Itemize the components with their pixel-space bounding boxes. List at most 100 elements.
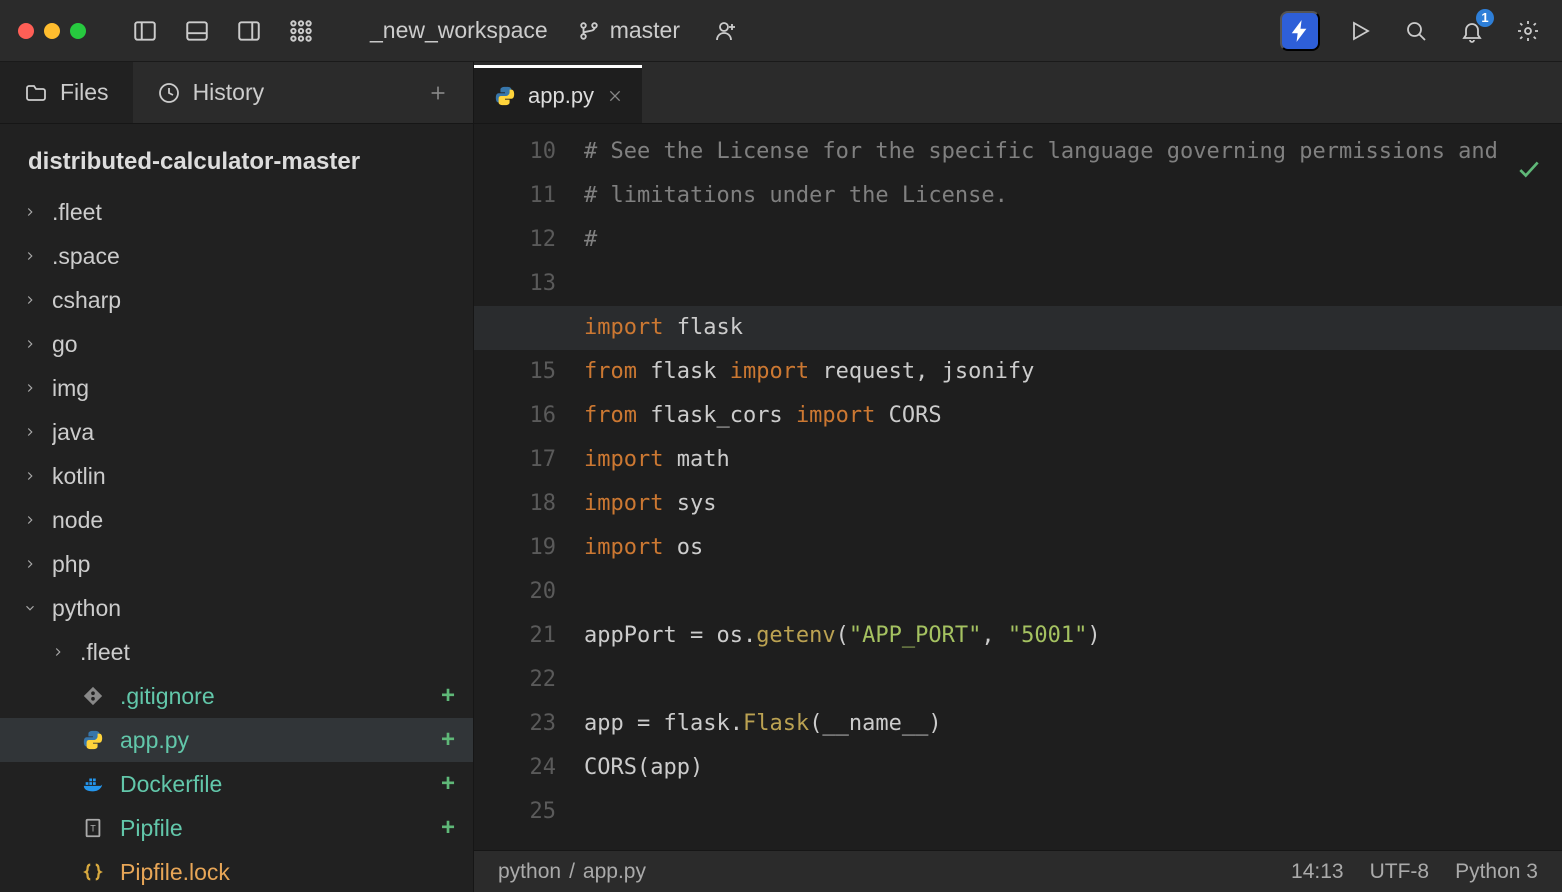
chevron-icon[interactable] xyxy=(22,205,38,219)
chevron-icon[interactable] xyxy=(50,645,66,659)
minimize-window-button[interactable] xyxy=(44,23,60,39)
titlebar-right: 1 xyxy=(1280,11,1544,51)
code-line[interactable]: # limitations under the License. xyxy=(584,174,1562,218)
notif-badge: 1 xyxy=(1476,9,1494,27)
code-line[interactable] xyxy=(584,790,1562,834)
chevron-icon[interactable] xyxy=(22,469,38,483)
search-icon[interactable] xyxy=(1400,15,1432,47)
chevron-icon[interactable] xyxy=(22,381,38,395)
editor-pane: app.py 10111213141516171819202122232425 … xyxy=(474,62,1562,892)
vcs-status-badge: + xyxy=(441,814,455,842)
cursor-position[interactable]: 14:13 xyxy=(1291,860,1344,884)
tree-label: Dockerfile xyxy=(120,771,427,798)
code-line[interactable]: # xyxy=(584,218,1562,262)
encoding-indicator[interactable]: UTF-8 xyxy=(1370,860,1430,884)
close-window-button[interactable] xyxy=(18,23,34,39)
chevron-icon[interactable] xyxy=(22,513,38,527)
add-tab-icon[interactable] xyxy=(423,78,453,108)
tree-label: node xyxy=(52,507,473,534)
chevron-icon[interactable] xyxy=(22,293,38,307)
line-number: 19 xyxy=(474,526,556,570)
code-line[interactable]: import flask xyxy=(474,306,1562,350)
titlebar-center: _new_workspace master xyxy=(370,15,742,47)
tree-item-python[interactable]: python xyxy=(0,586,473,630)
tree-item--fleet[interactable]: .fleet xyxy=(0,630,473,674)
maximize-window-button[interactable] xyxy=(70,23,86,39)
code-line[interactable]: app = flask.Flask(__name__) xyxy=(584,702,1562,746)
tab-label-history: History xyxy=(193,79,265,106)
apps-grid-icon[interactable] xyxy=(284,14,318,48)
code-line[interactable] xyxy=(584,658,1562,702)
workspace-name[interactable]: _new_workspace xyxy=(370,17,548,44)
panel-toggle-group xyxy=(128,14,318,48)
close-tab-icon[interactable] xyxy=(606,88,624,104)
line-number: 12 xyxy=(474,218,556,262)
chevron-icon[interactable] xyxy=(22,601,38,615)
code-line[interactable]: appPort = os.getenv("APP_PORT", "5001") xyxy=(584,614,1562,658)
editor-tabs: app.py xyxy=(474,62,1562,124)
tree-item-go[interactable]: go xyxy=(0,322,473,366)
text-file-icon: T xyxy=(80,817,106,839)
tree-item--gitignore[interactable]: .gitignore+ xyxy=(0,674,473,718)
language-indicator[interactable]: Python 3 xyxy=(1455,860,1538,884)
tree-item-Pipfile[interactable]: TPipfile+ xyxy=(0,806,473,850)
docker-file-icon xyxy=(80,773,106,795)
editor-body[interactable]: 10111213141516171819202122232425 # See t… xyxy=(474,124,1562,850)
code-line[interactable]: from flask import request, jsonify xyxy=(584,350,1562,394)
code-area[interactable]: # See the License for the specific langu… xyxy=(584,124,1562,850)
line-number: 20 xyxy=(474,570,556,614)
sidebar-tabs: Files History xyxy=(0,62,473,124)
tree-item-csharp[interactable]: csharp xyxy=(0,278,473,322)
bottom-panel-toggle-icon[interactable] xyxy=(180,14,214,48)
window-controls xyxy=(18,23,86,39)
breadcrumb[interactable]: python / app.py xyxy=(498,860,646,884)
line-number-gutter: 10111213141516171819202122232425 xyxy=(474,124,584,850)
file-tree[interactable]: distributed-calculator-master .fleet.spa… xyxy=(0,124,473,892)
chevron-icon[interactable] xyxy=(22,337,38,351)
tree-item-kotlin[interactable]: kotlin xyxy=(0,454,473,498)
editor-tab-app-py[interactable]: app.py xyxy=(474,65,642,123)
code-line[interactable]: import math xyxy=(584,438,1562,482)
tree-item-Pipfile-lock[interactable]: Pipfile.lock xyxy=(0,850,473,892)
tree-label: app.py xyxy=(120,727,427,754)
code-line[interactable]: import os xyxy=(584,526,1562,570)
chevron-icon[interactable] xyxy=(22,557,38,571)
titlebar: _new_workspace master 1 xyxy=(0,0,1562,62)
right-panel-toggle-icon[interactable] xyxy=(232,14,266,48)
sidebar-tab-history[interactable]: History xyxy=(133,62,289,123)
project-root-label[interactable]: distributed-calculator-master xyxy=(0,138,473,190)
code-line[interactable] xyxy=(584,570,1562,614)
sidebar-tab-files[interactable]: Files xyxy=(0,62,133,123)
code-line[interactable]: CORS(app) xyxy=(584,746,1562,790)
tree-item-app-py[interactable]: app.py+ xyxy=(0,718,473,762)
notifications-button[interactable]: 1 xyxy=(1456,15,1488,47)
tree-item-img[interactable]: img xyxy=(0,366,473,410)
svg-text:T: T xyxy=(90,824,96,835)
code-line[interactable]: import sys xyxy=(584,482,1562,526)
breadcrumb-dir: python xyxy=(498,860,561,884)
chevron-icon[interactable] xyxy=(22,425,38,439)
run-icon[interactable] xyxy=(1344,15,1376,47)
settings-icon[interactable] xyxy=(1512,15,1544,47)
code-line[interactable]: from flask_cors import CORS xyxy=(584,394,1562,438)
chevron-icon[interactable] xyxy=(22,249,38,263)
tree-item--fleet[interactable]: .fleet xyxy=(0,190,473,234)
branch-indicator[interactable]: master xyxy=(578,17,680,44)
vcs-status-badge: + xyxy=(441,770,455,798)
add-user-icon[interactable] xyxy=(710,15,742,47)
tree-item-java[interactable]: java xyxy=(0,410,473,454)
line-number: 15 xyxy=(474,350,556,394)
tree-item-Dockerfile[interactable]: Dockerfile + xyxy=(0,762,473,806)
tree-item-node[interactable]: node xyxy=(0,498,473,542)
branch-name: master xyxy=(610,17,680,44)
tree-item-php[interactable]: php xyxy=(0,542,473,586)
tree-item--space[interactable]: .space xyxy=(0,234,473,278)
line-number: 23 xyxy=(474,702,556,746)
bolt-button[interactable] xyxy=(1280,11,1320,51)
tree-label: Pipfile.lock xyxy=(120,859,473,886)
breadcrumb-sep: / xyxy=(569,860,575,884)
left-panel-toggle-icon[interactable] xyxy=(128,14,162,48)
folder-icon xyxy=(24,81,48,105)
code-line[interactable] xyxy=(584,262,1562,306)
code-line[interactable]: # See the License for the specific langu… xyxy=(584,130,1562,174)
